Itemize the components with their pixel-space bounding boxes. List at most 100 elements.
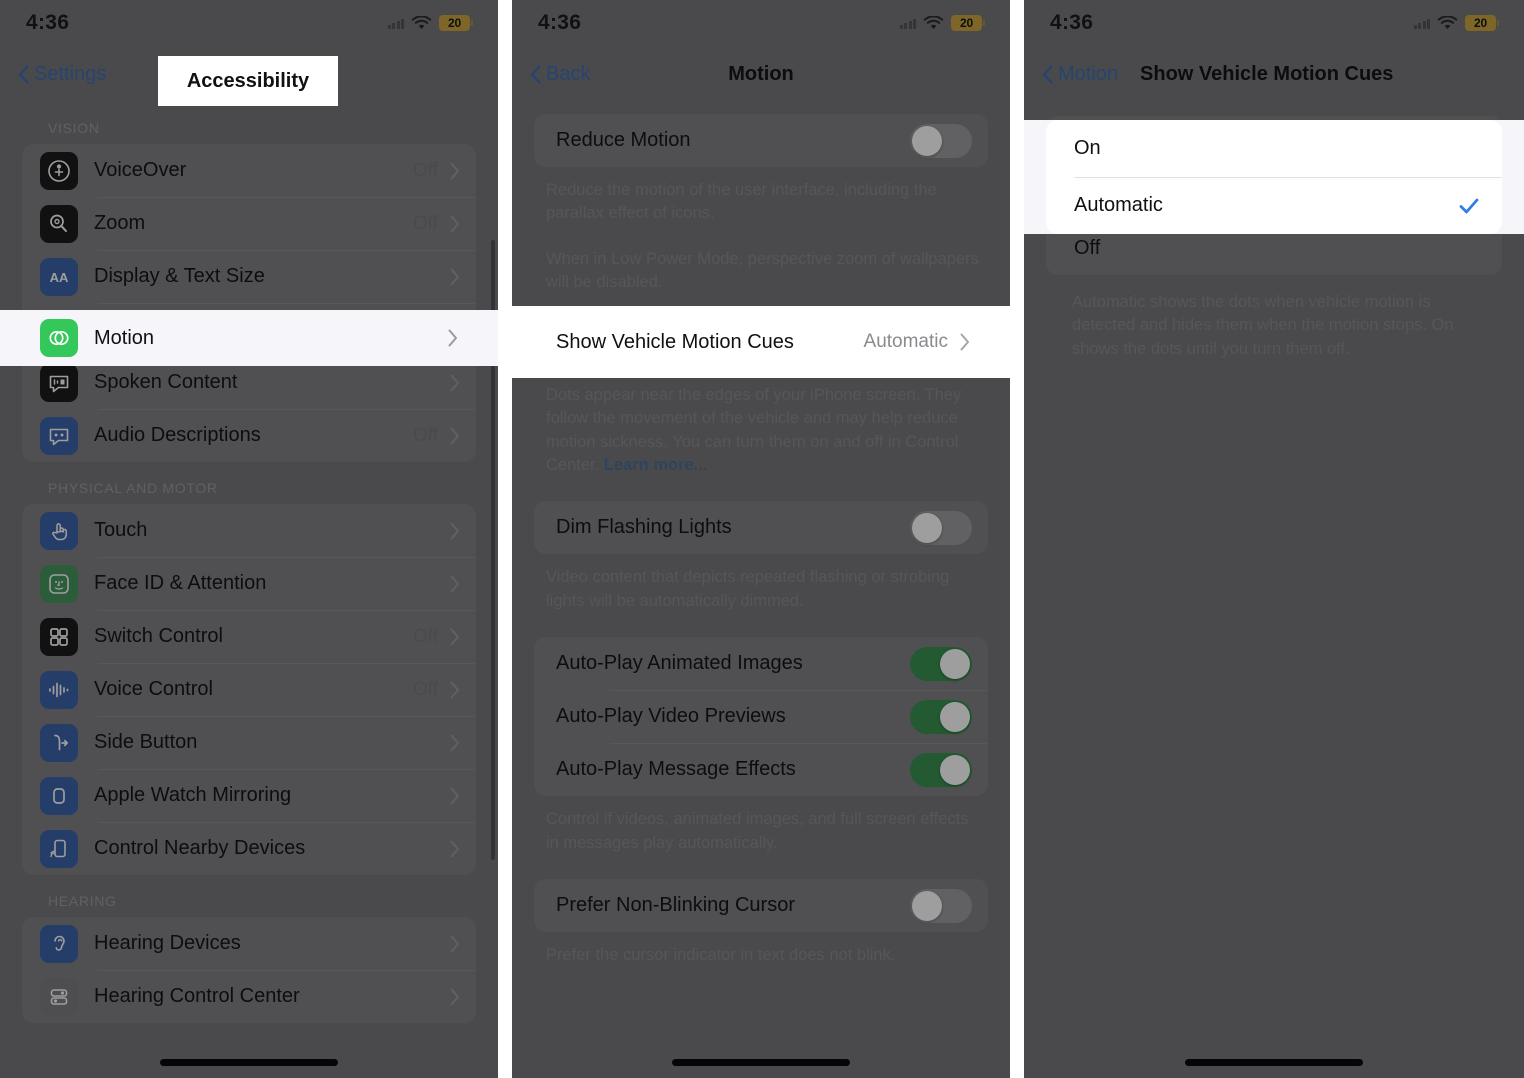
autoplay-message-effects-toggle[interactable] — [910, 752, 972, 787]
sidebar-item-apple-watch-mirroring[interactable]: Apple Watch Mirroring — [22, 769, 476, 822]
dim-flashing-lights-toggle[interactable] — [910, 510, 972, 545]
status-bar: 4:36 20 — [1024, 0, 1524, 46]
status-indicators: 20 — [387, 15, 473, 31]
row-label: Control Nearby Devices — [94, 837, 306, 859]
back-button-motion[interactable]: Motion — [1042, 63, 1118, 86]
motion-scroll-area[interactable]: Reduce Motion Reduce the motion of the u… — [512, 114, 1010, 1078]
sidebar-item-control-nearby-devices[interactable]: Control Nearby Devices — [22, 822, 476, 875]
sidebar-item-voice-control[interactable]: Voice Control Off — [22, 663, 476, 716]
row-label: Reduce Motion — [556, 129, 691, 151]
row-label: Auto-Play Video Previews — [556, 705, 786, 728]
chevron-right-icon — [450, 681, 459, 698]
highlight-motion-row[interactable]: Motion — [22, 310, 476, 366]
setting-row-reduce-motion[interactable]: Reduce Motion — [534, 114, 988, 167]
cellular-signal-icon — [387, 18, 404, 29]
home-indicator — [160, 1059, 338, 1066]
settings-scroll-area[interactable]: VISION VoiceOver Off Zoom Off AA Display… — [0, 102, 498, 1078]
setting-row-autoplay-video-previews[interactable]: Auto-Play Video Previews — [534, 690, 988, 743]
sidebar-item-switch-control[interactable]: Switch Control Off — [22, 610, 476, 663]
battery-level: 20 — [960, 16, 973, 30]
hearing-devices-icon — [40, 924, 78, 963]
row-label: Show Vehicle Motion Cues — [556, 330, 794, 353]
setting-row-prefer-non-blinking-cursor[interactable]: Prefer Non-Blinking Cursor — [534, 879, 988, 932]
option-row-automatic-highlighted[interactable]: Automatic — [1046, 177, 1502, 234]
sidebar-item-face-id-attention[interactable]: Face ID & Attention — [22, 557, 476, 610]
chevron-right-icon — [450, 734, 459, 751]
chevron-right-icon — [450, 787, 459, 804]
chevron-right-icon — [450, 427, 459, 444]
wifi-icon — [1437, 15, 1458, 29]
autoplay-video-previews-toggle[interactable] — [910, 699, 972, 734]
option-label: Off — [1074, 237, 1101, 259]
switch-control-icon — [40, 617, 78, 656]
prefer-non-blinking-cursor-toggle[interactable] — [910, 888, 972, 923]
chevron-right-icon — [960, 333, 969, 351]
chevron-right-icon — [448, 329, 457, 347]
option-row-on-highlighted[interactable]: On — [1046, 120, 1502, 177]
cursor-card: Prefer Non-Blinking Cursor — [534, 879, 988, 933]
row-value: Automatic — [863, 331, 948, 352]
row-label: Face ID & Attention — [94, 572, 267, 594]
sidebar-item-zoom[interactable]: Zoom Off — [22, 197, 476, 250]
sidebar-item-touch[interactable]: Touch — [22, 504, 476, 557]
cellular-signal-icon — [899, 18, 916, 29]
page-title-highlighted: Accessibility — [186, 69, 310, 92]
dim-flashing-card: Dim Flashing Lights — [534, 501, 988, 555]
section-autoplay: Auto-Play Animated Images Auto-Play Vide… — [512, 637, 1010, 861]
phone-panel-motion: 4:36 20 Back Motion Reduce Motion Reduce… — [512, 0, 1010, 1078]
sidebar-item-voiceover[interactable]: VoiceOver Off — [22, 144, 476, 197]
status-indicators: 20 — [899, 15, 985, 31]
battery-icon: 20 — [951, 15, 985, 31]
vertical-scrollbar[interactable] — [491, 240, 495, 860]
status-bar: 4:36 20 — [512, 0, 1010, 46]
face-id-icon — [40, 564, 78, 603]
row-label: Voice Control — [94, 678, 213, 700]
sidebar-item-hearing-devices[interactable]: Hearing Devices — [22, 917, 476, 970]
row-label: Touch — [94, 519, 148, 541]
autoplay-card: Auto-Play Animated Images Auto-Play Vide… — [534, 637, 988, 797]
chevron-right-icon — [450, 935, 459, 952]
options-scroll-area[interactable]: On Automatic Off Automatic shows the dot… — [1024, 116, 1524, 1078]
row-label: Side Button — [94, 731, 198, 753]
back-button-label: Motion — [1058, 62, 1119, 85]
display-text-size-icon: AA — [40, 257, 78, 296]
sidebar-item-display-text-size[interactable]: AA Display & Text Size — [22, 250, 476, 303]
row-value: Off — [413, 424, 438, 446]
setting-row-dim-flashing-lights[interactable]: Dim Flashing Lights — [534, 501, 988, 554]
learn-more-link[interactable]: Learn more... — [604, 456, 708, 474]
row-label: Auto-Play Animated Images — [556, 652, 803, 675]
zoom-magnifier-icon — [40, 204, 78, 243]
back-button-motion[interactable]: Back — [530, 63, 590, 86]
back-button-settings[interactable]: Settings — [18, 63, 106, 86]
highlight-options-card[interactable]: On Automatic — [1046, 120, 1502, 234]
section-dim-flashing-lights: Dim Flashing Lights Video content that d… — [512, 501, 1010, 619]
voice-control-icon — [40, 670, 78, 709]
battery-icon: 20 — [1465, 15, 1499, 31]
setting-row-autoplay-message-effects[interactable]: Auto-Play Message Effects — [534, 743, 988, 796]
tutorial-screenshot-strip: 4:36 20 Settings Accessibility VISION Vo… — [0, 0, 1524, 1078]
reduce-motion-toggle[interactable] — [910, 123, 972, 158]
row-label: Switch Control — [94, 625, 223, 647]
svg-text:AA: AA — [50, 270, 69, 285]
sidebar-item-audio-descriptions[interactable]: Audio Descriptions Off — [22, 409, 476, 462]
chevron-right-icon — [450, 575, 459, 592]
status-time: 4:36 — [26, 11, 70, 34]
sidebar-item-motion-highlighted[interactable]: Motion — [22, 310, 476, 366]
highlight-vehicle-cues-row[interactable]: Show Vehicle Motion Cues Automatic — [534, 306, 988, 378]
page-title: Show Vehicle Motion Cues — [1140, 62, 1394, 85]
section-reduce-motion: Reduce Motion Reduce the motion of the u… — [512, 114, 1010, 301]
motion-icon — [40, 319, 78, 357]
setting-row-autoplay-animated-images[interactable]: Auto-Play Animated Images — [534, 637, 988, 690]
chevron-left-icon — [18, 64, 29, 84]
sidebar-item-side-button[interactable]: Side Button — [22, 716, 476, 769]
autoplay-animated-images-toggle[interactable] — [910, 646, 972, 681]
footnote-dim-flashing: Video content that depicts repeated flas… — [546, 568, 950, 610]
chevron-right-icon — [450, 988, 459, 1005]
chevron-right-icon — [450, 162, 459, 179]
touch-icon — [40, 511, 78, 550]
row-label: Prefer Non-Blinking Cursor — [556, 894, 795, 917]
phone-panel-vehicle-cues-options: 4:36 20 Motion Show Vehicle Motion Cues … — [1024, 0, 1524, 1078]
sidebar-item-hearing-control-center[interactable]: Hearing Control Center — [22, 970, 476, 1023]
setting-row-show-vehicle-motion-cues-highlighted[interactable]: Show Vehicle Motion Cues Automatic — [534, 306, 988, 378]
row-label: VoiceOver — [94, 159, 187, 181]
